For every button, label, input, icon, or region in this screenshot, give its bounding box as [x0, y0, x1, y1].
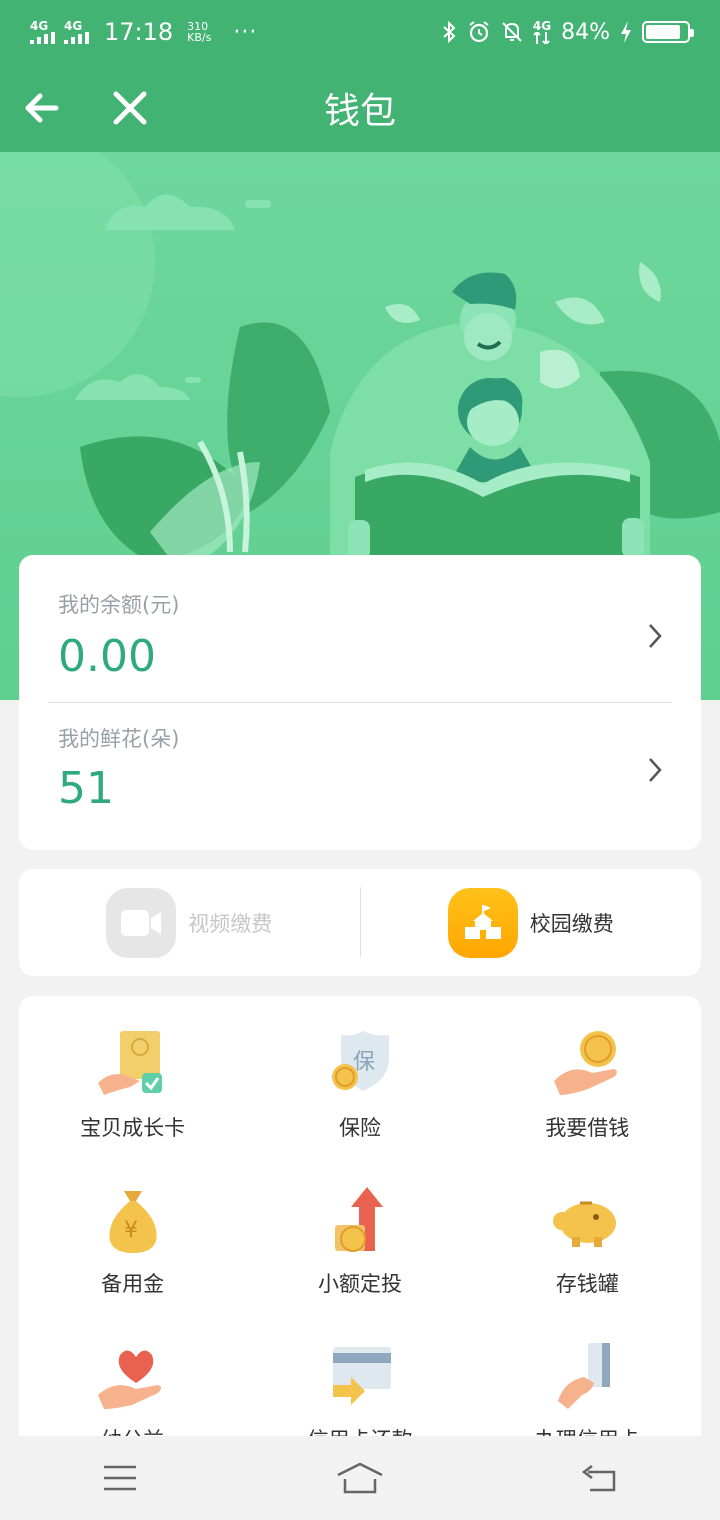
service-reserve-fund[interactable]: ¥ 备用金 — [19, 1180, 246, 1298]
apply-credit-card-icon — [539, 1336, 635, 1418]
school-payment-label: 校园缴费 — [529, 911, 614, 936]
payment-card: 视频缴费 校园缴费 — [19, 869, 701, 976]
charity-heart-icon — [85, 1336, 181, 1418]
battery-icon — [642, 21, 694, 43]
signal-bars-icon — [64, 32, 89, 44]
service-small-investment[interactable]: 小额定投 — [246, 1180, 473, 1298]
back-button[interactable] — [570, 1458, 630, 1498]
signal-indicator-2: 4G — [64, 20, 90, 44]
balance-card: 我的余额(元) 0.00 我的鲜花(朵) 51 — [19, 555, 701, 850]
piggy-bank-icon — [539, 1180, 635, 1262]
service-growth-card[interactable]: 宝贝成长卡 — [19, 1024, 246, 1142]
video-payment-label: 视频缴费 — [188, 911, 273, 936]
data-arrows-icon — [533, 32, 550, 44]
service-label: 备用金 — [101, 1272, 165, 1296]
credit-card-repay-icon — [312, 1336, 408, 1418]
chevron-right-icon — [649, 624, 662, 648]
service-label: 宝贝成长卡 — [80, 1116, 186, 1140]
balance-value: 0.00 — [58, 631, 156, 682]
signal-bars-icon — [30, 32, 55, 44]
flowers-value: 51 — [58, 763, 114, 814]
battery-level — [646, 25, 680, 39]
investment-arrow-icon — [312, 1180, 408, 1262]
home-button[interactable] — [330, 1458, 390, 1498]
close-icon[interactable] — [110, 88, 150, 128]
borrow-money-icon — [539, 1024, 635, 1106]
school-payment-button[interactable]: 校园缴费 — [361, 869, 702, 976]
services-card: 宝贝成长卡 保 保险 我要借钱 ¥ 备用金 小额定投 存钱罐 — [19, 996, 701, 1456]
network-speed: 310 KB/s — [187, 20, 212, 44]
school-icon — [447, 887, 518, 958]
status-bar: 4G 4G 17:18 310 KB/s ··· 4G 84% — [0, 0, 720, 64]
insurance-shield-icon: 保 — [312, 1024, 408, 1106]
service-borrow-money[interactable]: 我要借钱 — [474, 1024, 701, 1142]
page-title: 钱包 — [323, 91, 396, 132]
balance-label: 我的余额(元) — [58, 593, 180, 617]
service-insurance[interactable]: 保 保险 — [246, 1024, 473, 1142]
money-bag-icon: ¥ — [85, 1180, 181, 1262]
service-label: 保险 — [338, 1116, 381, 1140]
arrow-left-icon[interactable] — [22, 88, 62, 128]
service-label: 小额定投 — [317, 1272, 402, 1296]
alarm-icon — [469, 21, 489, 43]
service-label: 我要借钱 — [545, 1116, 630, 1140]
navigation-bar: 钱包 — [0, 64, 720, 152]
battery-percent: 84% — [561, 19, 610, 45]
more-notifications-icon: ··· — [233, 19, 258, 45]
growth-card-icon — [85, 1024, 181, 1106]
charging-icon — [621, 21, 631, 43]
flowers-row[interactable]: 我的鲜花(朵) 51 — [19, 703, 701, 848]
service-piggy-bank[interactable]: 存钱罐 — [474, 1180, 701, 1298]
bluetooth-icon — [443, 20, 456, 44]
balance-row[interactable]: 我的余额(元) 0.00 — [19, 555, 701, 700]
mobile-data-indicator: 4G — [533, 20, 551, 44]
signal-indicator-1: 4G — [30, 20, 56, 44]
video-camera-icon — [106, 887, 177, 958]
menu-button[interactable] — [90, 1458, 150, 1498]
back-icon — [581, 1465, 616, 1492]
clock: 17:18 — [104, 18, 174, 46]
service-label: 存钱罐 — [555, 1272, 619, 1296]
svg-text:¥: ¥ — [124, 1218, 138, 1243]
home-icon — [337, 1462, 383, 1494]
system-navigation-bar — [0, 1436, 720, 1520]
chevron-right-icon — [649, 758, 662, 782]
flowers-label: 我的鲜花(朵) — [58, 727, 180, 751]
menu-icon — [104, 1465, 136, 1491]
mute-bell-icon — [502, 22, 522, 42]
video-payment-button[interactable]: 视频缴费 — [19, 869, 360, 976]
